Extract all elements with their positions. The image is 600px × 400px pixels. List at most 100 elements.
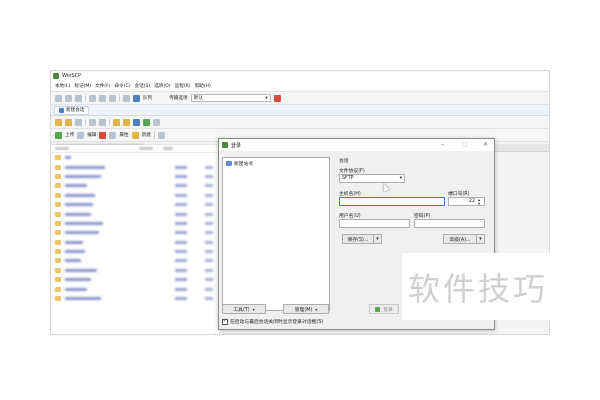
file-size-blurred: [175, 287, 187, 291]
folder-icon[interactable]: [65, 118, 72, 126]
file-name-blurred: [65, 174, 101, 178]
sync-icon[interactable]: [153, 118, 160, 126]
toolbar-icon[interactable]: [65, 94, 72, 102]
file-size-blurred: [175, 297, 187, 301]
manage-button[interactable]: 管理(M) ▾: [283, 304, 329, 314]
table-row[interactable]: [51, 256, 219, 265]
checkbox-box[interactable]: ✓: [222, 318, 228, 325]
protocol-select[interactable]: SFTP ▾: [339, 174, 405, 183]
transfer-settings-label: 传输选项: [169, 96, 188, 101]
chevron-down-icon: ▾: [252, 306, 255, 312]
file-name-blurred: [65, 287, 87, 291]
queue-label[interactable]: 队列: [143, 95, 152, 101]
manage-button-label: 管理(M): [294, 307, 313, 313]
toolbar-icon[interactable]: [89, 94, 96, 102]
table-row[interactable]: [51, 162, 219, 171]
folder-icon: [55, 258, 61, 264]
app-title: WinSCP: [62, 73, 82, 79]
file-type-blurred: [205, 240, 213, 244]
site-tree[interactable]: 新建站点: [222, 157, 330, 311]
table-row[interactable]: [51, 228, 219, 237]
tools-button[interactable]: 工具(T) ▾: [222, 304, 266, 314]
file-name-blurred: [65, 240, 83, 244]
save-button[interactable]: 保存(S)...: [342, 234, 374, 244]
menu-item-remote[interactable]: 远程(R): [175, 83, 191, 89]
winscp-icon: [53, 73, 59, 79]
column-header-name[interactable]: [55, 147, 69, 150]
file-type-blurred: [205, 212, 213, 216]
new-icon[interactable]: [131, 131, 139, 139]
save-dropdown-button[interactable]: ▾: [374, 234, 382, 244]
toolbar-icon[interactable]: [109, 94, 116, 102]
delete-icon[interactable]: [99, 131, 107, 139]
table-row[interactable]: [51, 275, 219, 284]
table-row[interactable]: [51, 200, 219, 209]
menu-item-help[interactable]: 帮助(H): [195, 83, 211, 89]
table-row[interactable]: [51, 153, 219, 162]
queue-icon[interactable]: [133, 94, 140, 102]
filter-icon[interactable]: [75, 118, 82, 126]
refresh-icon[interactable]: [143, 118, 150, 126]
properties-button[interactable]: 属性: [119, 132, 128, 138]
table-row[interactable]: [51, 247, 219, 256]
table-row[interactable]: [51, 181, 219, 190]
local-file-list[interactable]: [51, 145, 219, 334]
column-header-size[interactable]: [139, 147, 153, 150]
menu-item-local[interactable]: 本地(L): [55, 83, 70, 89]
toolbar-separator: [153, 131, 155, 139]
dialog-title: 登录: [231, 142, 242, 149]
advanced-dropdown-button[interactable]: ▾: [477, 234, 485, 244]
host-input[interactable]: [339, 197, 445, 206]
upload-button[interactable]: 上传: [65, 132, 74, 138]
menu-item-commands[interactable]: 命令(C): [115, 83, 131, 89]
new-button[interactable]: 新建: [142, 132, 151, 138]
root-folder-icon[interactable]: [123, 118, 130, 126]
minimize-icon[interactable]: –: [441, 141, 444, 148]
menu-item-options[interactable]: 选项(O): [154, 83, 170, 89]
winscp-icon: [222, 142, 228, 148]
properties-icon[interactable]: [109, 131, 117, 139]
menu-item-mark[interactable]: 标记(M): [74, 83, 91, 89]
folder-icon: [55, 239, 61, 245]
port-stepper[interactable]: ▴ ▾: [478, 198, 480, 206]
show-login-checkbox[interactable]: ✓ 在启动与最后会话关闭时显示登录对话框(S): [222, 318, 323, 325]
upload-icon[interactable]: [55, 131, 62, 139]
file-name-blurred: [65, 156, 71, 160]
transfer-settings-icon[interactable]: [273, 94, 281, 102]
menu-item-session[interactable]: 会话(S): [135, 83, 151, 89]
table-row[interactable]: [51, 219, 219, 228]
site-item-new[interactable]: 新建站点: [223, 158, 329, 169]
table-row[interactable]: [51, 209, 219, 218]
parent-folder-icon[interactable]: [113, 118, 120, 126]
close-icon[interactable]: ✕: [483, 141, 488, 148]
toolbar-icon[interactable]: [55, 94, 62, 102]
column-header-type[interactable]: [163, 147, 173, 150]
toolbar-icon[interactable]: [75, 94, 82, 102]
password-input[interactable]: [414, 219, 485, 228]
menu-item-files[interactable]: 文件(F): [95, 83, 110, 89]
forward-icon[interactable]: [99, 118, 106, 126]
toolbar-icon[interactable]: [123, 94, 130, 102]
advanced-button[interactable]: 高级(A)...: [443, 234, 477, 244]
table-row[interactable]: [51, 238, 219, 247]
file-size-blurred: [175, 174, 187, 178]
local-drive-icon[interactable]: [55, 118, 62, 126]
plus-icon[interactable]: [157, 131, 165, 139]
home-icon[interactable]: [133, 118, 140, 126]
login-icon: [375, 306, 381, 312]
toolbar-icon[interactable]: [99, 94, 106, 102]
tab-new-session[interactable]: 新建会话: [54, 105, 90, 115]
parent-folder-icon: [55, 155, 61, 161]
table-row[interactable]: [51, 172, 219, 181]
username-input[interactable]: [339, 219, 410, 228]
edit-button[interactable]: 编辑: [87, 132, 96, 138]
transfer-settings-select[interactable]: 默认 ▾: [190, 94, 271, 102]
login-button[interactable]: 登录: [369, 304, 399, 314]
table-row[interactable]: [51, 294, 219, 303]
table-row[interactable]: [51, 266, 219, 275]
table-row[interactable]: [51, 284, 219, 293]
edit-icon[interactable]: [77, 131, 85, 139]
back-icon[interactable]: [89, 118, 96, 126]
table-row[interactable]: [51, 191, 219, 200]
chevron-down-icon: ▾: [315, 306, 318, 312]
